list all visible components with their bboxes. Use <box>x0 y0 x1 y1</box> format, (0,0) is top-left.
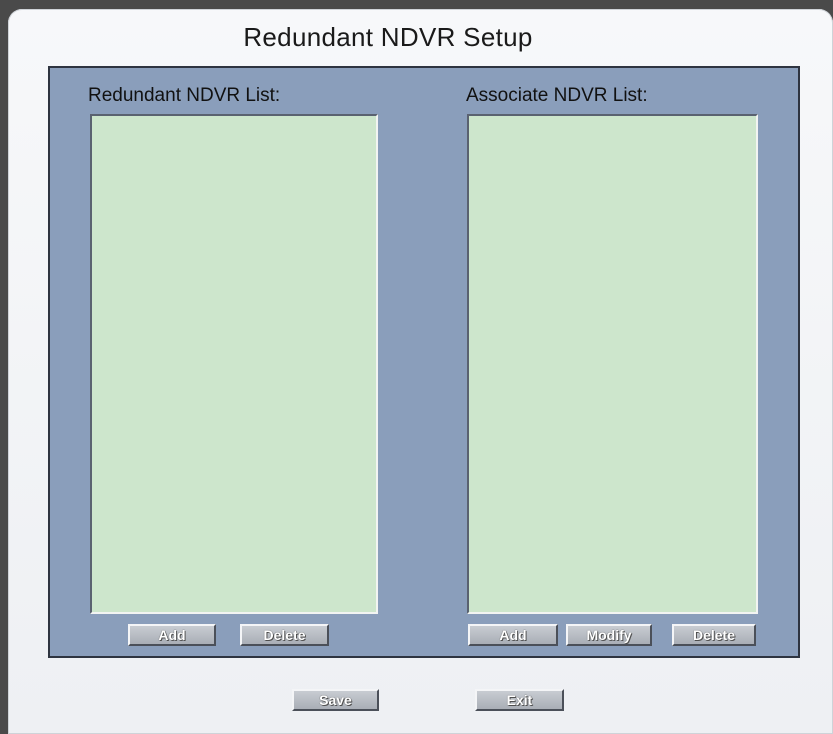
redundant-ndvr-listbox[interactable] <box>90 114 378 614</box>
associate-modify-button[interactable]: Modify <box>566 624 652 646</box>
redundant-ndvr-setup-dialog: Redundant NDVR Setup Redundant NDVR List… <box>8 9 833 734</box>
associate-ndvr-listbox[interactable] <box>467 114 758 614</box>
save-button[interactable]: Save <box>292 689 379 711</box>
redundant-delete-button[interactable]: Delete <box>240 624 329 646</box>
dialog-title: Redundant NDVR Setup <box>243 22 533 52</box>
exit-button[interactable]: Exit <box>475 689 564 711</box>
lists-panel: Redundant NDVR List: Add Delete Associat… <box>48 66 800 658</box>
redundant-list-label: Redundant NDVR List: <box>88 85 281 106</box>
associate-delete-button[interactable]: Delete <box>672 624 756 646</box>
associate-add-button[interactable]: Add <box>468 624 558 646</box>
associate-list-label: Associate NDVR List: <box>466 85 648 106</box>
redundant-add-button[interactable]: Add <box>128 624 216 646</box>
